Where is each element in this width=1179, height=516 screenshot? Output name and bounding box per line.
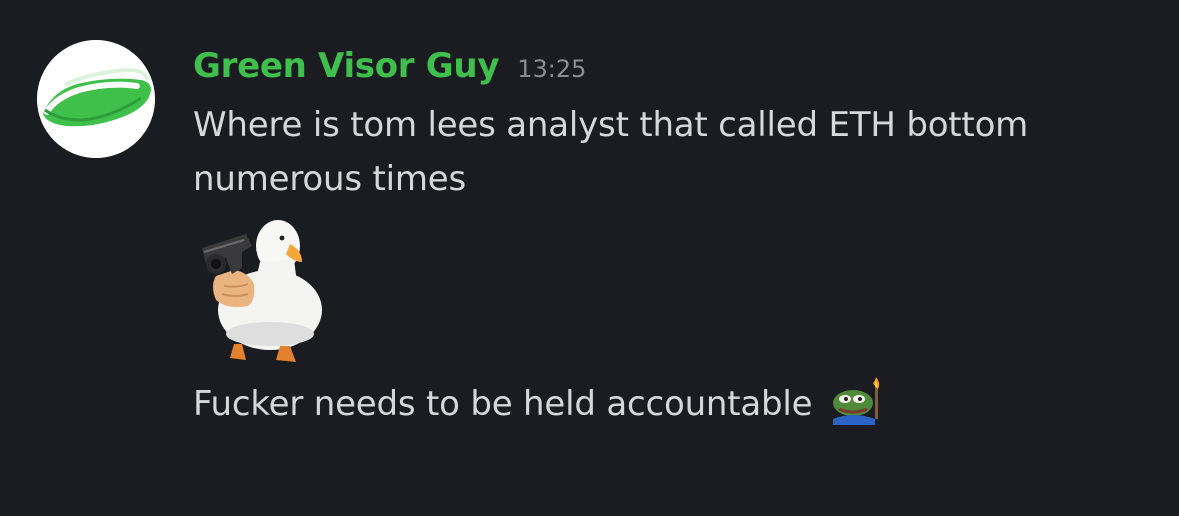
pepe-torch-emoji[interactable] [831,377,883,425]
message-text: Where is tom lees analyst that called ET… [193,105,1029,199]
chat-message: Green Visor Guy 13:25 Where is tom lees a… [0,0,1179,516]
duck-with-gun-sticker[interactable] [198,212,328,364]
message-header: Green Visor Guy 13:25 [193,46,586,96]
green-visor-icon [37,40,155,158]
avatar[interactable] [37,40,155,158]
author-name[interactable]: Green Visor Guy [193,46,499,86]
message-timestamp[interactable]: 13:25 [517,55,586,83]
message-text-content: Fucker needs to be held accountable [193,384,813,424]
message-text: Fucker needs to be held accountable [193,377,1153,431]
